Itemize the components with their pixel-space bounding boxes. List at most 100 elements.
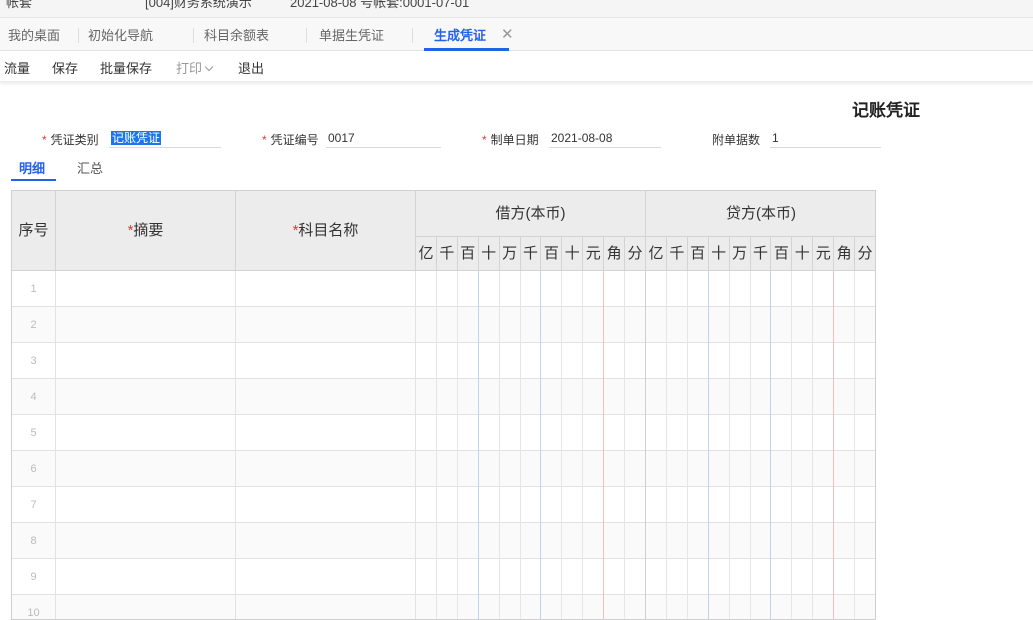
debit-digit-header: 分	[625, 237, 646, 271]
voucher-entry-table: 序号 *摘要 *科目名称 借方(本币) 贷方(本币) 亿千百十万千百十元角分亿千…	[11, 190, 876, 620]
debit-amount-cell[interactable]	[416, 595, 646, 619]
tab-generate-voucher[interactable]: 生成凭证	[423, 18, 510, 51]
save-button[interactable]: 保存	[52, 58, 78, 77]
account-cell[interactable]	[236, 307, 416, 343]
summary-cell[interactable]	[56, 343, 236, 379]
batch-save-button[interactable]: 批量保存	[100, 58, 152, 77]
credit-amount-cell[interactable]	[646, 559, 875, 595]
table-row: 6	[12, 451, 875, 487]
tab-divider	[78, 28, 79, 43]
subtab-detail[interactable]: 明细	[19, 158, 45, 177]
summary-cell[interactable]	[56, 595, 236, 619]
digit-guide-line	[456, 271, 458, 619]
digit-guide-line	[519, 271, 521, 619]
voucher-title: 记账凭证	[852, 101, 920, 120]
account-cell[interactable]	[236, 415, 416, 451]
account-name: [004]财务系统演示	[145, 0, 252, 10]
chevron-down-icon	[204, 62, 214, 72]
voucher-type-select[interactable]: 记账凭证	[109, 128, 221, 148]
voucher-number-field[interactable]: 0017	[326, 128, 441, 148]
summary-cell[interactable]	[56, 451, 236, 487]
digit-guide-line	[498, 271, 500, 619]
tab-divider	[193, 28, 194, 43]
voucher-number-label-text: 凭证编号	[270, 133, 319, 147]
debit-amount-cell[interactable]	[416, 523, 646, 559]
digit-guide-line	[833, 271, 835, 619]
debit-amount-cell[interactable]	[416, 559, 646, 595]
debit-digit-header: 十	[478, 237, 500, 271]
summary-cell[interactable]	[56, 487, 236, 523]
tab-bar: 我的桌面 初始化导航 科目余额表 单据生凭证 生成凭证	[0, 18, 1033, 51]
row-number: 9	[12, 559, 56, 595]
print-dropdown[interactable]: 打印	[176, 58, 214, 77]
debit-amount-cell[interactable]	[416, 487, 646, 523]
debit-digit-header: 百	[541, 237, 563, 271]
credit-digit-header: 元	[813, 237, 835, 271]
account-cell[interactable]	[236, 451, 416, 487]
close-icon[interactable]: ✕	[501, 27, 514, 42]
row-number: 5	[12, 415, 56, 451]
account-cell[interactable]	[236, 487, 416, 523]
summary-cell[interactable]	[56, 271, 236, 307]
summary-cell[interactable]	[56, 379, 236, 415]
attachments-field[interactable]: 1	[770, 128, 881, 148]
debit-digit-header: 元	[583, 237, 605, 271]
credit-amount-cell[interactable]	[646, 523, 875, 559]
digit-guide-line	[875, 271, 876, 619]
summary-cell[interactable]	[56, 307, 236, 343]
credit-amount-cell[interactable]	[646, 451, 875, 487]
debit-amount-cell[interactable]	[416, 379, 646, 415]
account-cell[interactable]	[236, 559, 416, 595]
debit-digit-header: 十	[562, 237, 584, 271]
summary-cell[interactable]	[56, 415, 236, 451]
header-credit: 贷方(本币)	[646, 191, 875, 237]
table-row: 10	[12, 595, 875, 619]
digit-guide-line	[582, 271, 584, 619]
digit-guide-line	[435, 271, 437, 619]
debit-amount-cell[interactable]	[416, 343, 646, 379]
debit-amount-cell[interactable]	[416, 271, 646, 307]
account-cell[interactable]	[236, 379, 416, 415]
credit-amount-cell[interactable]	[646, 487, 875, 523]
required-mark: *	[482, 133, 487, 147]
tab-init-guide[interactable]: 初始化导航	[88, 18, 153, 49]
table-row: 3	[12, 343, 875, 379]
tab-divider	[306, 28, 307, 43]
row-number: 4	[12, 379, 56, 415]
debit-amount-cell[interactable]	[416, 415, 646, 451]
account-cell[interactable]	[236, 343, 416, 379]
row-number: 1	[12, 271, 56, 307]
credit-amount-cell[interactable]	[646, 343, 875, 379]
header-account: *科目名称	[236, 191, 416, 271]
credit-digit-header: 角	[834, 237, 856, 271]
tab-account-balance[interactable]: 科目余额表	[204, 18, 269, 49]
voucher-date-label: * 制单日期	[482, 131, 539, 148]
credit-digit-header: 百	[687, 237, 709, 271]
summary-cell[interactable]	[56, 523, 236, 559]
credit-amount-cell[interactable]	[646, 595, 875, 619]
digit-guide-line	[812, 271, 814, 619]
credit-digit-header: 万	[729, 237, 751, 271]
flow-button[interactable]: 流量	[4, 58, 30, 77]
summary-cell[interactable]	[56, 559, 236, 595]
account-cell[interactable]	[236, 523, 416, 559]
table-row: 7	[12, 487, 875, 523]
credit-amount-cell[interactable]	[646, 379, 875, 415]
exit-button[interactable]: 退出	[238, 58, 264, 77]
subtab-active-indicator	[11, 179, 56, 181]
debit-amount-cell[interactable]	[416, 451, 646, 487]
credit-amount-cell[interactable]	[646, 271, 875, 307]
account-cell[interactable]	[236, 595, 416, 619]
tab-divider	[412, 28, 413, 43]
digit-guide-line	[854, 271, 856, 619]
voucher-type-label: * 凭证类别	[42, 131, 99, 148]
account-cell[interactable]	[236, 271, 416, 307]
subtab-summary[interactable]: 汇总	[77, 158, 103, 177]
tab-doc-to-voucher[interactable]: 单据生凭证	[319, 18, 384, 49]
voucher-date-field[interactable]: 2021-08-08	[549, 128, 661, 148]
digit-guide-line	[645, 271, 646, 619]
credit-amount-cell[interactable]	[646, 307, 875, 343]
tab-my-desktop[interactable]: 我的桌面	[8, 18, 60, 49]
debit-amount-cell[interactable]	[416, 307, 646, 343]
credit-amount-cell[interactable]	[646, 415, 875, 451]
